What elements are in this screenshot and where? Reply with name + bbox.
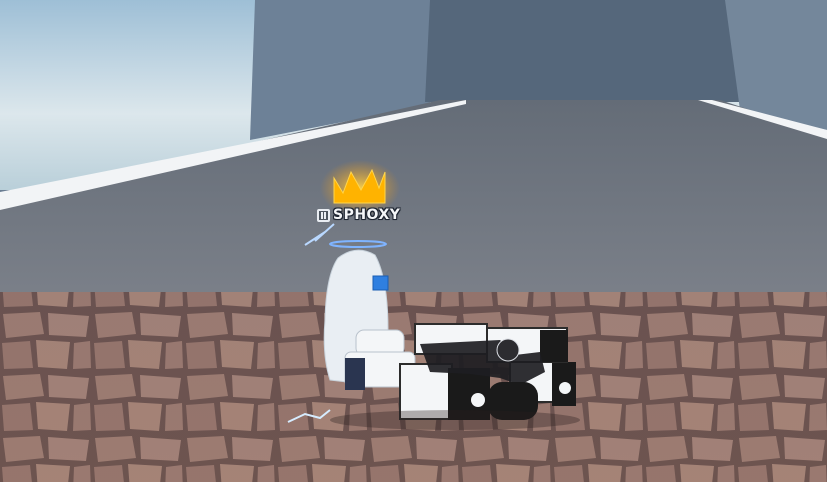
back-wall <box>425 0 740 102</box>
game-world <box>0 0 827 482</box>
player-nameplate: SPHOXY <box>317 205 400 225</box>
badge-icon <box>317 208 330 222</box>
paw-icon <box>471 393 485 407</box>
player-name: SPHOXY <box>333 207 401 223</box>
game-viewport[interactable]: SPHOXY <box>0 0 827 482</box>
